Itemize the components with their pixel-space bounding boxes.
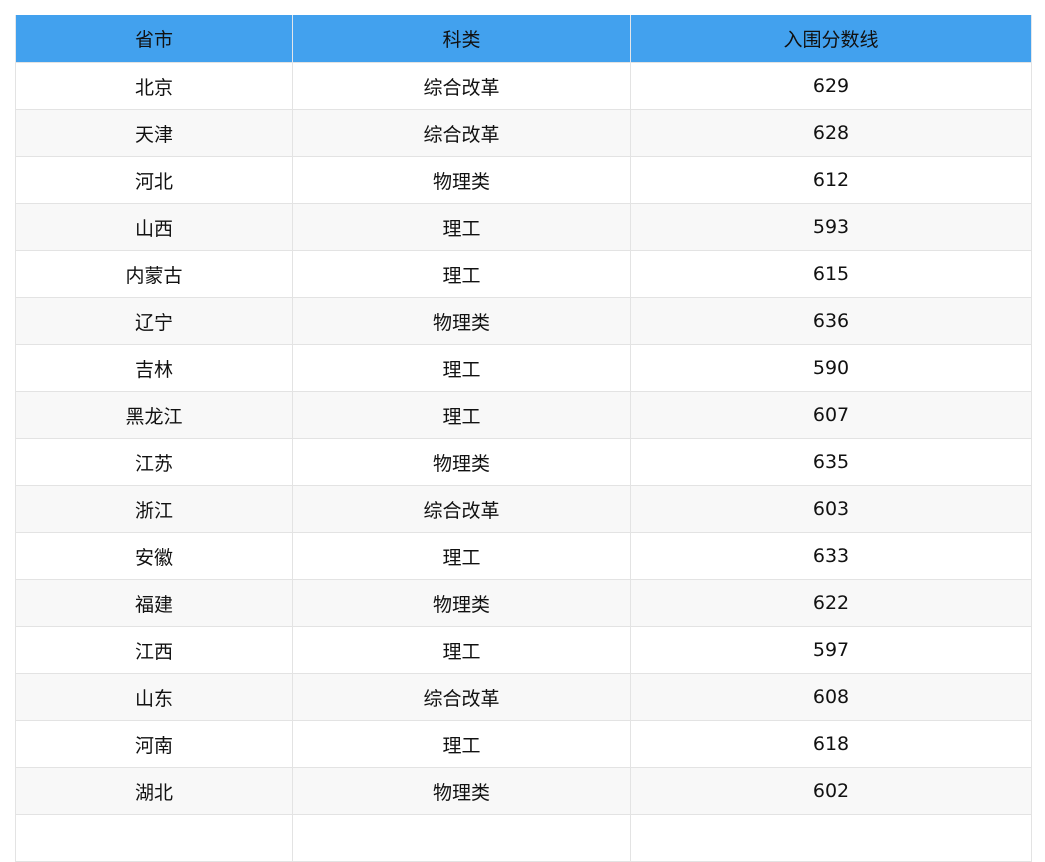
cell-category: 理工 [292,391,631,439]
table-row: 浙江 综合改革 603 [15,485,1032,533]
cell-province: 辽宁 [15,297,293,345]
table-row: 山西 理工 593 [15,203,1032,251]
cell-category: 综合改革 [292,109,631,157]
cell-province: 湖北 [15,767,293,815]
cell-score: 622 [630,579,1032,627]
score-table-container: 省市 科类 入围分数线 北京 综合改革 629 天津 综合改革 628 河北 物… [15,15,1032,862]
cell-category-empty [292,814,631,862]
cell-category: 理工 [292,203,631,251]
cell-score: 615 [630,250,1032,298]
cell-category: 理工 [292,250,631,298]
header-category: 科类 [292,15,631,63]
cell-category: 综合改革 [292,62,631,110]
cell-score: 633 [630,532,1032,580]
table-row-partial [15,814,1032,862]
table-row: 天津 综合改革 628 [15,109,1032,157]
cell-category: 理工 [292,532,631,580]
cell-category: 综合改革 [292,673,631,721]
cell-category: 综合改革 [292,485,631,533]
table-row: 河南 理工 618 [15,720,1032,768]
header-cutoff-score: 入围分数线 [630,15,1032,63]
cell-category: 物理类 [292,156,631,204]
cell-score: 597 [630,626,1032,674]
cell-province: 北京 [15,62,293,110]
table-row: 安徽 理工 633 [15,532,1032,580]
cell-province: 江苏 [15,438,293,486]
table-row: 山东 综合改革 608 [15,673,1032,721]
cell-score: 590 [630,344,1032,392]
cell-score: 636 [630,297,1032,345]
cell-province: 天津 [15,109,293,157]
cell-province: 吉林 [15,344,293,392]
table-row: 吉林 理工 590 [15,344,1032,392]
table-row: 福建 物理类 622 [15,579,1032,627]
cell-score: 612 [630,156,1032,204]
cell-province: 河南 [15,720,293,768]
cell-province: 山西 [15,203,293,251]
cell-category: 物理类 [292,767,631,815]
cell-score: 618 [630,720,1032,768]
cell-category: 物理类 [292,438,631,486]
cell-score-empty [630,814,1032,862]
cell-score: 635 [630,438,1032,486]
cell-category: 物理类 [292,297,631,345]
cell-province: 安徽 [15,532,293,580]
cell-province: 黑龙江 [15,391,293,439]
cell-category: 理工 [292,344,631,392]
table-row: 江西 理工 597 [15,626,1032,674]
cell-score: 608 [630,673,1032,721]
cell-category: 理工 [292,626,631,674]
cell-province: 山东 [15,673,293,721]
score-table: 省市 科类 入围分数线 北京 综合改革 629 天津 综合改革 628 河北 物… [15,15,1032,862]
table-row: 河北 物理类 612 [15,156,1032,204]
cell-province: 浙江 [15,485,293,533]
cell-category: 理工 [292,720,631,768]
cell-score: 602 [630,767,1032,815]
cell-province: 内蒙古 [15,250,293,298]
table-header-row: 省市 科类 入围分数线 [15,15,1032,63]
cell-score: 593 [630,203,1032,251]
cell-province: 福建 [15,579,293,627]
cell-score: 607 [630,391,1032,439]
table-row: 湖北 物理类 602 [15,767,1032,815]
table-row: 辽宁 物理类 636 [15,297,1032,345]
cell-category: 物理类 [292,579,631,627]
cell-province: 河北 [15,156,293,204]
cell-score: 629 [630,62,1032,110]
header-province: 省市 [15,15,293,63]
table-row: 内蒙古 理工 615 [15,250,1032,298]
table-row: 江苏 物理类 635 [15,438,1032,486]
table-row: 黑龙江 理工 607 [15,391,1032,439]
cell-province-empty [15,814,293,862]
cell-province: 江西 [15,626,293,674]
cell-score: 603 [630,485,1032,533]
table-row: 北京 综合改革 629 [15,62,1032,110]
cell-score: 628 [630,109,1032,157]
